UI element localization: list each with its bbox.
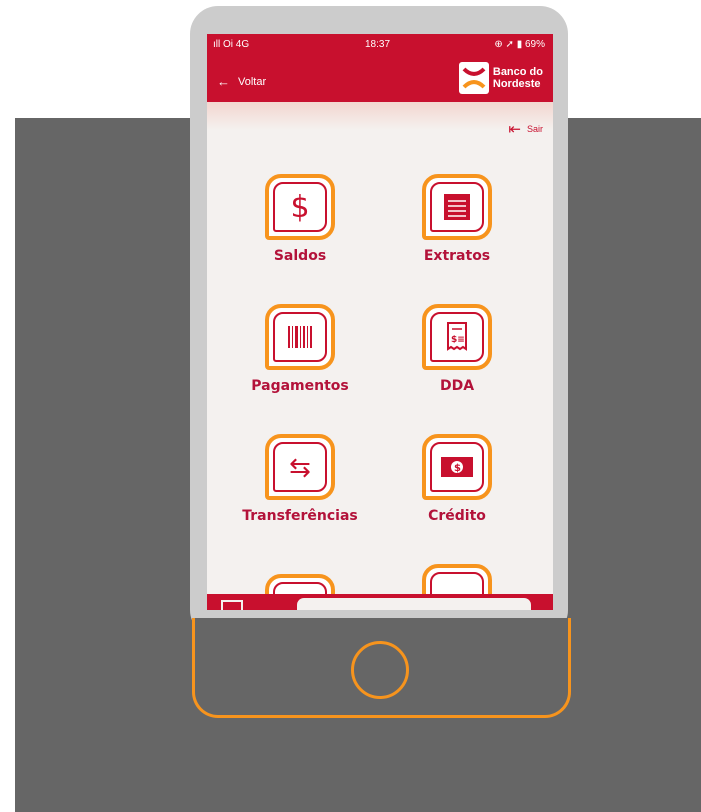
- menu-tile: [265, 304, 335, 370]
- app-screen: ıll Oi 4G 18:37 ⊕ ➚ ▮ 69% ← Voltar Banco…: [207, 34, 553, 610]
- menu-item-credito[interactable]: $ Crédito: [412, 434, 502, 524]
- menu-tile: [422, 174, 492, 240]
- battery-indicator: ⊕ ➚ ▮ 69%: [494, 39, 545, 50]
- app-header: ıll Oi 4G 18:37 ⊕ ➚ ▮ 69% ← Voltar Banco…: [207, 34, 553, 102]
- menu-label: Pagamentos: [251, 378, 349, 394]
- menu-tile: $: [265, 174, 335, 240]
- statement-icon: [444, 194, 470, 220]
- transfer-arrows-icon: ⇆: [289, 451, 311, 482]
- menu-label: Extratos: [423, 248, 491, 264]
- back-button[interactable]: ← Voltar: [217, 74, 266, 89]
- menu-tile: $≡: [422, 304, 492, 370]
- signal-carrier: ıll Oi 4G: [213, 39, 250, 50]
- logout-icon: ⇤: [508, 121, 521, 138]
- logout-button[interactable]: ⇤ Sair: [508, 120, 543, 138]
- brand-line-1: Banco do: [492, 66, 543, 78]
- back-arrow-icon: ←: [217, 74, 230, 89]
- menu-label: Crédito: [428, 508, 486, 524]
- barcode-icon: [288, 326, 312, 348]
- illustration-canvas: ıll Oi 4G 18:37 ⊕ ➚ ▮ 69% ← Voltar Banco…: [0, 0, 701, 812]
- receipt-icon: $≡: [447, 322, 467, 351]
- brand-name: Banco do Nordeste: [493, 66, 543, 90]
- dollar-sign-icon: $: [290, 189, 310, 225]
- brand-line-2: Nordeste: [492, 78, 541, 90]
- menu-item-pagamentos[interactable]: Pagamentos: [247, 304, 353, 394]
- bottom-nav-icon[interactable]: [221, 600, 243, 610]
- menu-label: Transferências: [242, 508, 358, 524]
- menu-item-transferencias[interactable]: ⇆ Transferências: [235, 434, 365, 524]
- svg-text:$≡: $≡: [451, 335, 465, 345]
- logout-label: Sair: [526, 124, 543, 134]
- status-time: 18:37: [365, 39, 391, 50]
- menu-item-dda[interactable]: $≡ DDA: [412, 304, 502, 394]
- menu-item-extratos[interactable]: Extratos: [412, 174, 502, 264]
- svg-text:$: $: [454, 463, 461, 474]
- back-label: Voltar: [238, 75, 267, 88]
- menu-tile: $: [422, 434, 492, 500]
- menu-tile: ⇆: [265, 434, 335, 500]
- banknote-icon: $: [441, 457, 473, 477]
- status-bar: ıll Oi 4G 18:37 ⊕ ➚ ▮ 69%: [207, 34, 553, 56]
- brand-logo: Banco do Nordeste: [458, 62, 543, 94]
- bank-logo-icon: [458, 62, 489, 94]
- menu-label: Saldos: [273, 248, 327, 264]
- menu-item-saldos[interactable]: $ Saldos: [255, 174, 345, 264]
- home-button[interactable]: [351, 641, 409, 699]
- header-fade: [207, 102, 553, 130]
- bottom-search-pill[interactable]: [297, 598, 531, 610]
- menu-label: DDA: [439, 378, 475, 394]
